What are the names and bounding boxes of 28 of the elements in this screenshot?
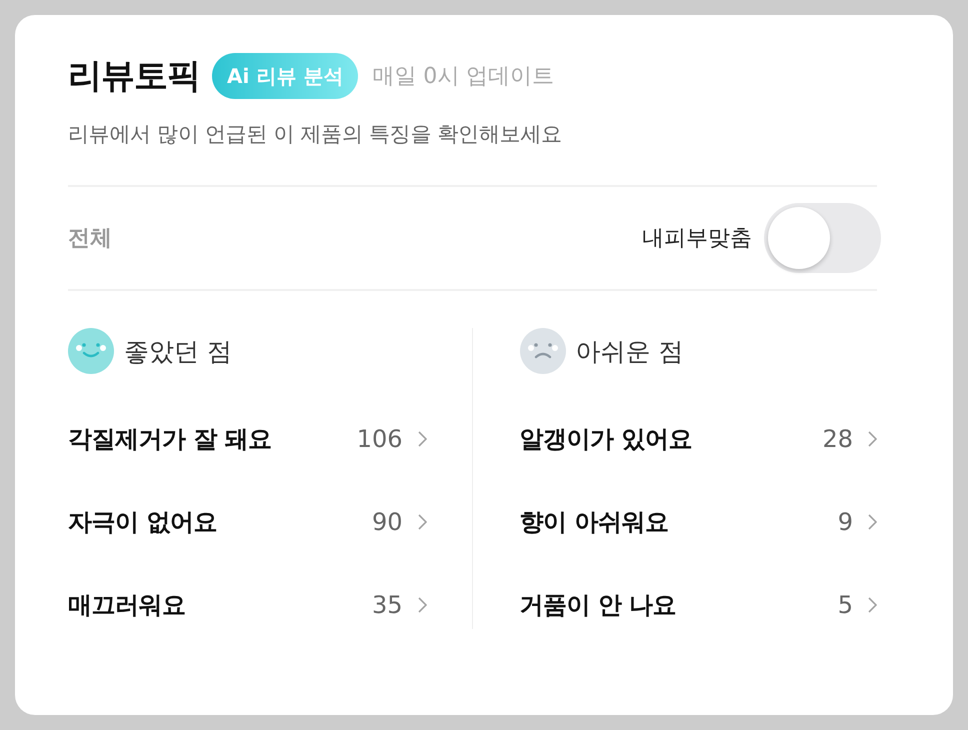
smiley-face-icon <box>68 328 114 374</box>
review-count: 90 <box>372 508 402 536</box>
sad-face-icon <box>520 328 566 374</box>
topic-label[interactable]: 각질제거가 잘 돼요 <box>68 423 272 455</box>
subtitle-text: 리뷰에서 많이 언급된 이 제품의 특징을 확인해보세요 <box>68 121 562 148</box>
chevron-right-icon[interactable] <box>418 514 426 530</box>
section-title: 리뷰토픽 <box>68 55 200 98</box>
ai-analysis-badge: Ai 리뷰 분석 <box>212 53 358 99</box>
review-count: 5 <box>838 591 853 619</box>
chevron-right-icon[interactable] <box>868 431 877 447</box>
chevron-right-icon[interactable] <box>868 597 877 613</box>
topic-label[interactable]: 알갱이가 있어요 <box>520 423 692 455</box>
topic-label[interactable]: 매끄러워요 <box>68 589 186 621</box>
review-count: 9 <box>838 508 853 536</box>
topic-label[interactable]: 자극이 없어요 <box>68 506 217 538</box>
chevron-right-icon[interactable] <box>418 597 426 613</box>
toggle-label: 내피부맞춤 <box>642 225 752 253</box>
topic-label[interactable]: 향이 아쉬워요 <box>520 506 668 538</box>
column-heading: 좋았던 점 <box>124 336 232 368</box>
update-note: 매일 0시 업데이트 <box>372 63 554 91</box>
review-count: 35 <box>372 591 402 619</box>
topic-label[interactable]: 거품이 안 나요 <box>520 589 676 621</box>
review-count: 28 <box>822 425 853 453</box>
chevron-right-icon[interactable] <box>868 514 877 530</box>
chevron-right-icon[interactable] <box>418 431 426 447</box>
filter-label: 전체 <box>68 225 112 253</box>
review-count: 106 <box>356 425 402 453</box>
column-heading: 아쉬운 점 <box>576 336 684 368</box>
